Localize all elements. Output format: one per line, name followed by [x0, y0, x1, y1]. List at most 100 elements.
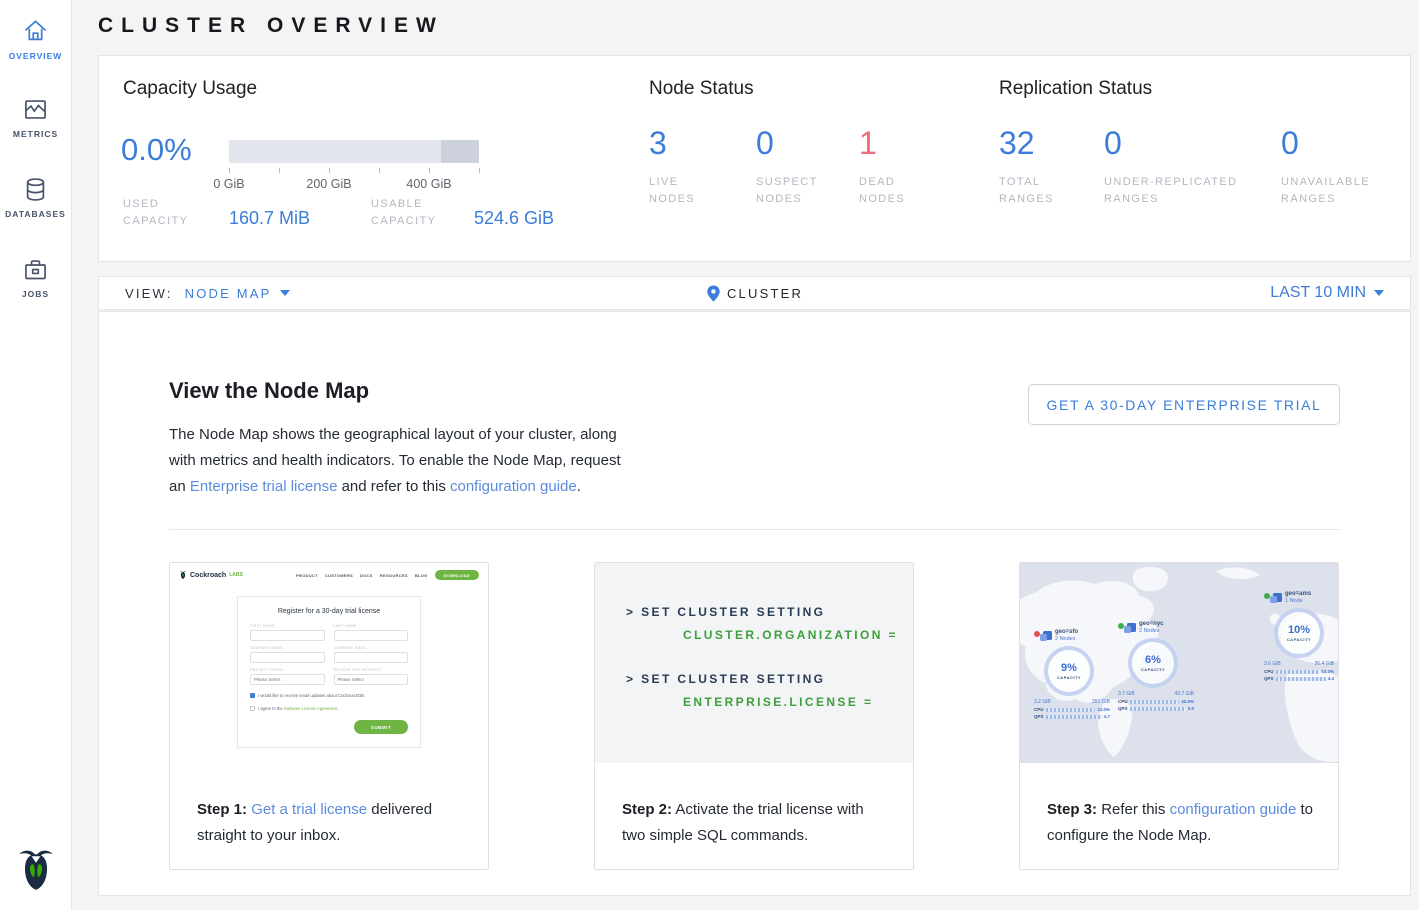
locality-name: geo=ams [1285, 591, 1311, 597]
mini-select: Please Select [334, 674, 409, 685]
cpu-label: CPU [1118, 699, 1128, 704]
qps-sparkline [1046, 715, 1102, 719]
sidebar-item-overview[interactable]: OVERVIEW [0, 18, 71, 61]
gauge-tick [279, 168, 280, 173]
mini-field-label: FIRST NAME [250, 624, 325, 628]
location-pin-icon [706, 285, 720, 302]
mini-download-button: DOWNLOAD [435, 570, 479, 580]
cpu-label: CPU [1264, 669, 1274, 674]
capacity-usage-title: Capacity Usage [123, 78, 257, 100]
step-number: Step 1: [197, 801, 247, 818]
code-line: > SET CLUSTER SETTING [626, 605, 913, 619]
code-line: CLUSTER.ORGANIZATION = [683, 628, 913, 642]
total-ranges-stat: 32 TOTAL RANGES [999, 126, 1079, 208]
sidebar-item-label: OVERVIEW [0, 51, 71, 61]
database-icon [22, 176, 49, 203]
total-value: 351 GiB [1092, 699, 1110, 705]
get-trial-license-link[interactable]: Get a trial license [251, 801, 367, 818]
cpu-value: 11.0% [1097, 707, 1110, 712]
locality-name: geo=nyc [1139, 621, 1164, 627]
locality-name: geo=sfo [1055, 629, 1078, 635]
mini-nav-item: BLOG [415, 573, 428, 578]
cockroachdb-logo [0, 845, 71, 898]
node-cluster-icon [1127, 623, 1136, 632]
sidebar-item-label: METRICS [0, 129, 71, 139]
step-1-card: Cockroach LABS PRODUCT CUSTOMERS DOCS RE… [169, 562, 489, 870]
capacity-ring: 10% CAPACITY [1274, 608, 1324, 658]
qps-label: QPS [1264, 676, 1274, 681]
mini-field-label: COMPANY NAME [250, 646, 325, 650]
capacity-label: CAPACITY [1287, 637, 1311, 642]
step-number: Step 3: [1047, 801, 1097, 818]
code-line: ENTERPRISE.LICENSE = [683, 695, 913, 709]
step-3-card: geo=sfo2 Nodes 9% CAPACITY 3.2 GiB351 Gi… [1019, 562, 1339, 870]
mini-checkbox [250, 706, 255, 711]
sidebar-item-jobs[interactable]: JOBS [0, 256, 71, 299]
suspect-nodes-stat: 0 SUSPECT NODES [756, 126, 841, 208]
qps-label: QPS [1118, 706, 1128, 711]
mini-checkbox-checked [250, 693, 255, 698]
unavailable-ranges-stat: 0 UNAVAILABLE RANGES [1281, 126, 1391, 208]
map-node-ams: geo=ams1 Node 10% CAPACITY 3.6 GiB36.4 G… [1264, 591, 1334, 681]
cpu-value: 53.3% [1321, 669, 1334, 674]
usable-capacity-value: 524.6 GiB [474, 208, 554, 229]
code-line: > SET CLUSTER SETTING [626, 672, 913, 686]
node-count: 2 Nodes [1139, 628, 1164, 634]
mini-nav-item: RESOURCES [380, 573, 408, 578]
sidebar-item-metrics[interactable]: METRICS [0, 96, 71, 139]
node-map-description: The Node Map shows the geographical layo… [169, 422, 639, 500]
map-node-sfo: geo=sfo2 Nodes 9% CAPACITY 3.2 GiB351 Gi… [1034, 629, 1110, 719]
view-selector-value: NODE MAP [185, 286, 272, 301]
chevron-down-icon [280, 290, 290, 296]
mini-cockroach-logo: Cockroach LABS [179, 570, 243, 580]
used-capacity-value: 160.7 MiB [229, 208, 310, 229]
capacity-label: CAPACITY [1057, 675, 1081, 680]
total-ranges-label: TOTAL RANGES [999, 174, 1079, 208]
dead-nodes-label: DEAD NODES [859, 174, 939, 208]
dead-nodes-stat: 1 DEAD NODES [859, 126, 939, 208]
node-map-panel: View the Node Map The Node Map shows the… [98, 311, 1411, 896]
mini-trial-form: Register for a 30-day trial license FIRS… [237, 596, 421, 748]
cockroach-icon [15, 845, 57, 893]
suspect-nodes-value: 0 [756, 126, 841, 160]
view-label: VIEW: [125, 286, 173, 301]
suspect-nodes-label: SUSPECT NODES [756, 174, 841, 208]
cpu-sparkline [1046, 708, 1095, 712]
description-text: . [577, 478, 581, 495]
dead-nodes-value: 1 [859, 126, 939, 160]
mini-select: Please Select [250, 674, 325, 685]
cluster-overview-screen: OVERVIEW METRICS DATABASES JOBS CLUSTER [0, 0, 1419, 910]
gauge-tick [329, 168, 330, 173]
chevron-down-icon [1374, 290, 1384, 296]
cpu-sparkline [1130, 700, 1179, 704]
sidebar-item-label: DATABASES [0, 209, 71, 219]
time-range-dropdown[interactable]: LAST 10 MIN [1270, 284, 1384, 302]
total-value: 36.4 GiB [1315, 661, 1334, 667]
used-capacity-label: USED CAPACITY [123, 196, 195, 230]
enterprise-trial-license-link[interactable]: Enterprise trial license [190, 478, 338, 495]
step-2-caption: Step 2: Activate the trial license with … [622, 797, 891, 849]
registration-screenshot: Cockroach LABS PRODUCT CUSTOMERS DOCS RE… [170, 563, 488, 763]
mini-form-title: Register for a 30-day trial license [250, 608, 408, 615]
capacity-ring: 6% CAPACITY [1128, 638, 1178, 688]
sidebar-item-databases[interactable]: DATABASES [0, 176, 71, 219]
capacity-percent: 9% [1061, 662, 1077, 674]
configuration-guide-link[interactable]: configuration guide [1170, 801, 1297, 818]
cpu-value: 42.5% [1181, 699, 1194, 704]
capacity-percent: 0.0% [121, 132, 192, 168]
capacity-percent: 6% [1145, 654, 1161, 666]
briefcase-icon [22, 256, 49, 283]
view-selector-dropdown[interactable]: NODE MAP [185, 286, 290, 301]
step-3-caption: Step 3: Refer this configuration guide t… [1047, 797, 1316, 849]
map-node-nyc: geo=nyc2 Nodes 6% CAPACITY 3.7 GiB43.7 G… [1118, 621, 1194, 711]
gauge-tick-label: 0 GiB [199, 177, 259, 191]
caption-text: Refer this [1101, 801, 1165, 818]
gauge-tick [379, 168, 380, 173]
capacity-label: CAPACITY [1141, 667, 1165, 672]
enterprise-trial-button[interactable]: GET A 30-DAY ENTERPRISE TRIAL [1028, 384, 1340, 425]
configuration-guide-link[interactable]: configuration guide [450, 478, 577, 495]
mini-nav-item: DOCS [360, 573, 373, 578]
description-text: and refer to this [337, 478, 450, 495]
cpu-sparkline [1276, 670, 1319, 674]
sql-commands-snippet: > SET CLUSTER SETTING CLUSTER.ORGANIZATI… [595, 563, 913, 763]
